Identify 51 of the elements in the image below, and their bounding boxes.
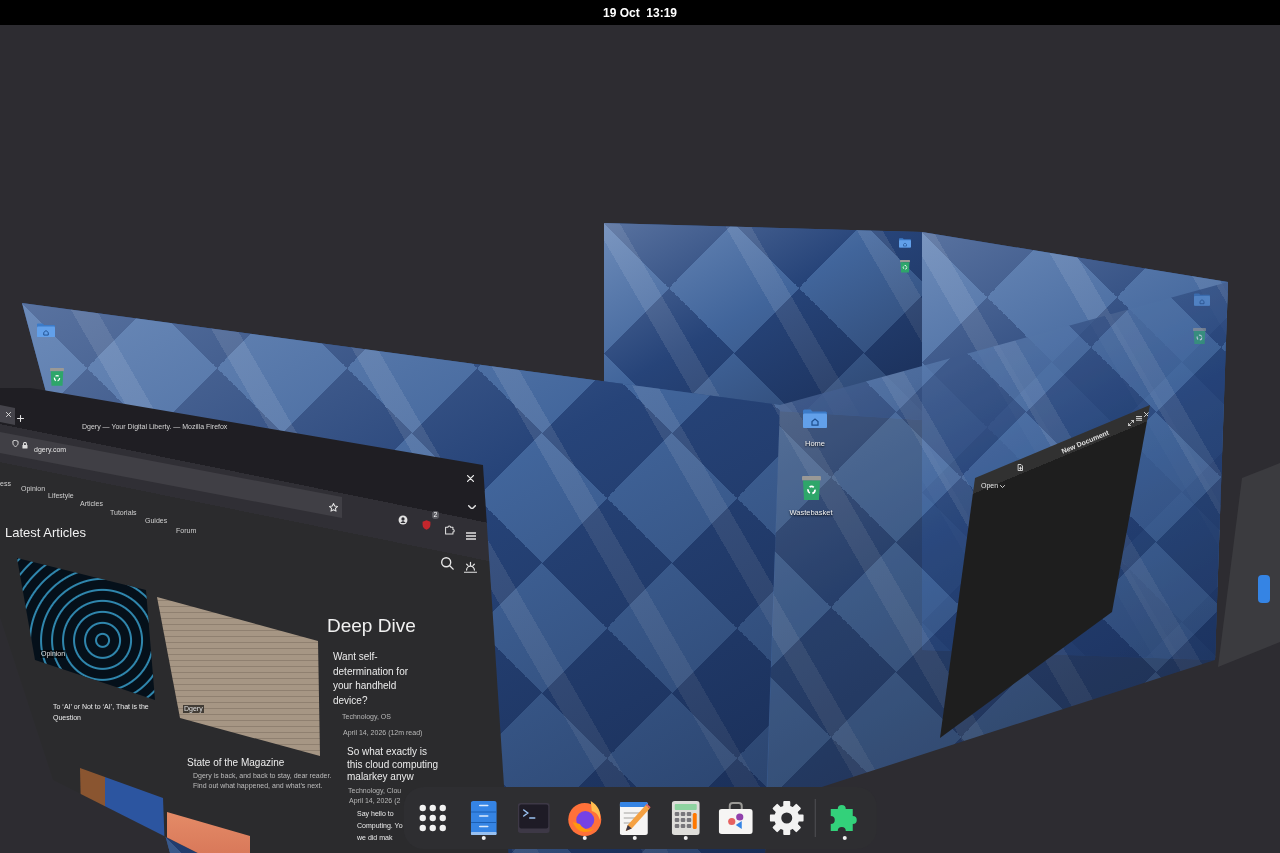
search-icon [441, 557, 454, 570]
menu-icon [1135, 416, 1142, 421]
browser-tab[interactable] [0, 405, 15, 425]
close-icon [5, 411, 11, 417]
close-button[interactable] [1143, 411, 1150, 418]
settings-icon [769, 801, 804, 835]
shield-icon [11, 439, 19, 447]
new-tab-button[interactable] [16, 414, 24, 422]
sunrise-icon [464, 561, 477, 574]
search-button[interactable] [440, 556, 455, 571]
expand-button[interactable] [1127, 419, 1134, 426]
pencil-document-icon [619, 801, 651, 835]
clock-button[interactable]: 19 Oct 13:19 [596, 2, 683, 23]
app-grid-icon [418, 804, 447, 832]
recycle-bin-icon [801, 476, 821, 500]
close-button[interactable] [465, 473, 475, 483]
fox-globe-icon [566, 800, 603, 836]
article-title[interactable]: So what exactly is this cloud computing malarkey anyw [347, 746, 439, 784]
article-title[interactable]: State of the Magazine [187, 757, 285, 769]
tab-list-button[interactable] [467, 502, 477, 512]
star-icon [328, 502, 338, 512]
menu-button[interactable] [465, 530, 477, 542]
caret-icon [468, 504, 476, 510]
menu-button[interactable] [1135, 415, 1142, 422]
account-button[interactable] [397, 514, 409, 526]
rounded-bar-icon [1258, 575, 1270, 603]
recycle-bin-icon[interactable] [1192, 328, 1206, 345]
home-folder-icon[interactable] [899, 238, 911, 248]
recycle-bin-icon[interactable] [900, 260, 910, 273]
account-icon [398, 515, 408, 525]
section-heading: Deep Dive [327, 615, 416, 637]
terminal-icon [517, 803, 550, 833]
recycle-bin-icon[interactable] [50, 368, 64, 386]
calculator-icon [671, 801, 700, 835]
new-tab-button[interactable] [1016, 463, 1024, 471]
shopping-bag-icon [718, 802, 753, 834]
close-icon [466, 474, 474, 482]
theme-button[interactable] [463, 560, 478, 575]
expand-icon [1127, 419, 1134, 426]
puzzle-icon [445, 525, 455, 535]
article-title[interactable]: Want self- determination for your handheld device? [333, 650, 409, 708]
extensions-button[interactable] [444, 524, 456, 536]
menu-icon [466, 532, 476, 540]
file-cabinet-icon [470, 801, 497, 835]
close-icon [1144, 412, 1149, 417]
lock-icon [22, 441, 28, 449]
add-document-icon [1016, 463, 1024, 471]
caret-icon [1000, 484, 1006, 488]
shield-icon [421, 520, 431, 530]
section-heading: Latest Articles [5, 525, 86, 540]
plus-icon [16, 414, 24, 422]
